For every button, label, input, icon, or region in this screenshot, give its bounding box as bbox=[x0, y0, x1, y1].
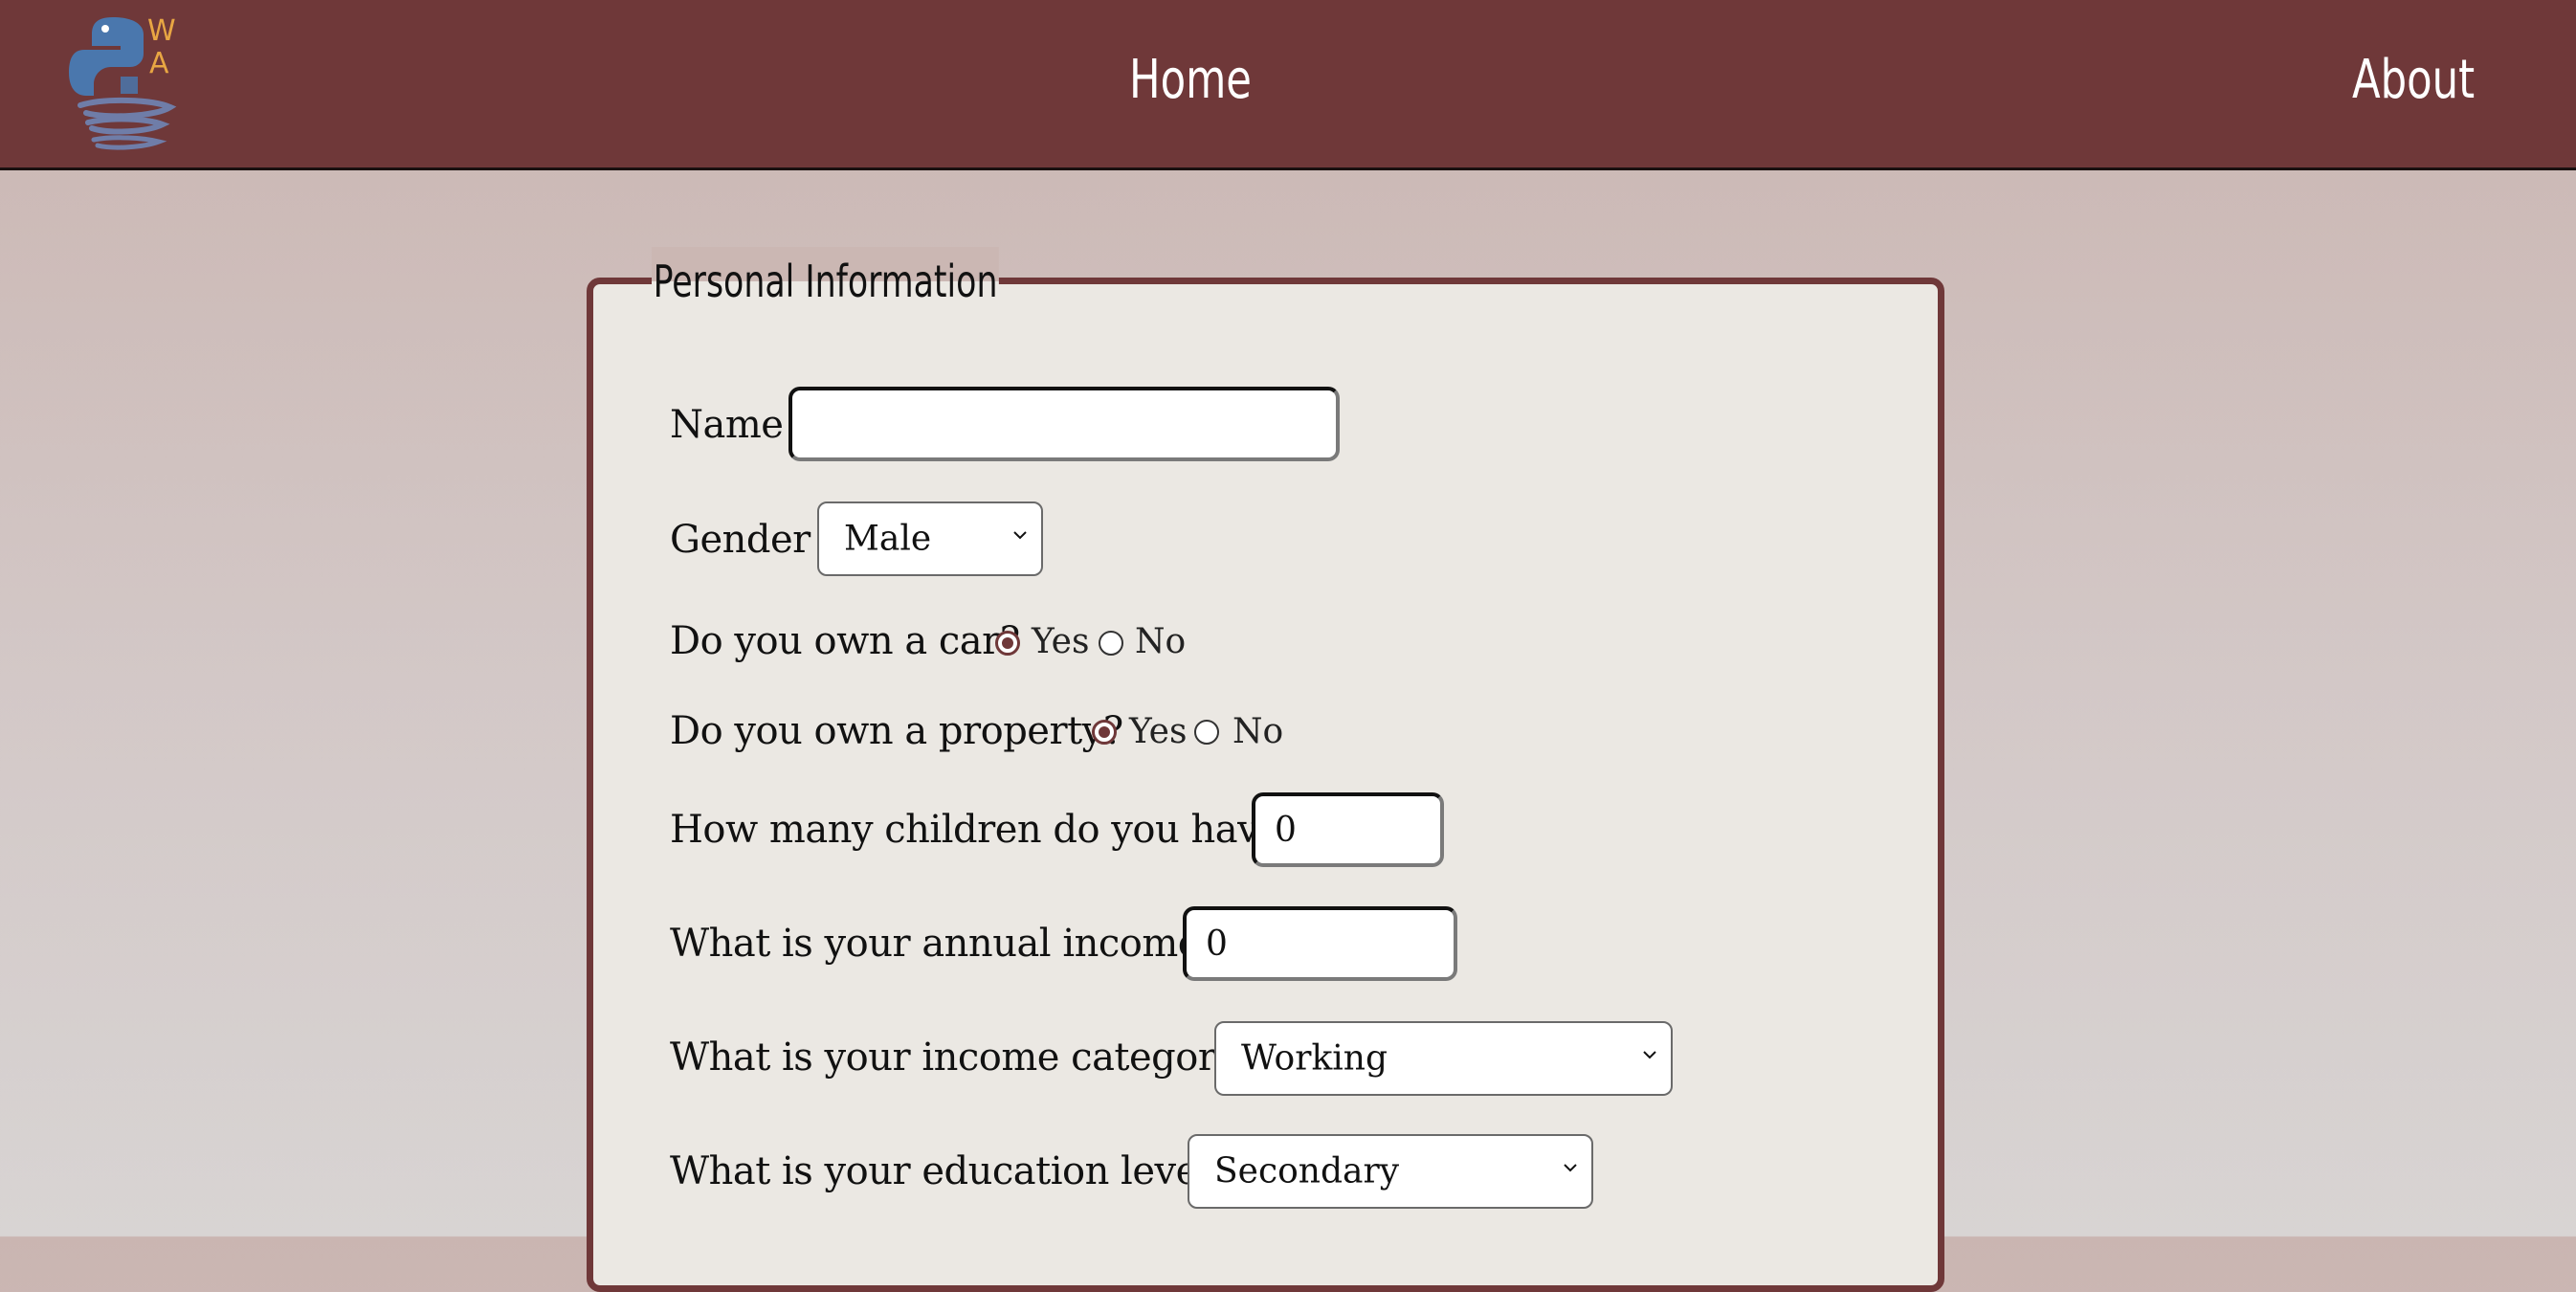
gender-label: Gender bbox=[670, 518, 811, 562]
income-category-selected-value: Working bbox=[1241, 1038, 1388, 1079]
income-category-select[interactable]: Working bbox=[1214, 1021, 1673, 1096]
income-category-label: What is your income category? bbox=[670, 1036, 1257, 1080]
car-no-label: No bbox=[1135, 622, 1187, 661]
car-label: Do you own a car? bbox=[670, 619, 1020, 663]
nav-home-link[interactable]: Home bbox=[1129, 46, 1252, 115]
education-selected-value: Secondary bbox=[1214, 1151, 1400, 1192]
top-navbar: W A Home About bbox=[0, 0, 2576, 170]
education-select[interactable]: Secondary bbox=[1188, 1134, 1593, 1209]
name-input[interactable] bbox=[788, 387, 1340, 461]
logo-letter-a: A bbox=[149, 47, 169, 80]
logo-letter-w: W bbox=[147, 14, 176, 48]
gender-selected-value: Male bbox=[844, 519, 932, 559]
children-label: How many children do you have? bbox=[670, 808, 1301, 852]
education-label: What is your education level? bbox=[670, 1149, 1231, 1193]
property-no-label: No bbox=[1232, 712, 1284, 751]
property-yes-radio[interactable] bbox=[1092, 720, 1117, 745]
property-no-radio[interactable] bbox=[1194, 720, 1219, 745]
chevron-down-icon bbox=[1013, 531, 1027, 540]
income-label: What is your annual income? bbox=[670, 922, 1220, 966]
car-yes-radio[interactable] bbox=[995, 631, 1020, 656]
chevron-down-icon bbox=[1643, 1051, 1656, 1059]
nav-about-link[interactable]: About bbox=[2352, 46, 2475, 115]
children-input[interactable] bbox=[1252, 792, 1444, 867]
property-label: Do you own a property? bbox=[670, 709, 1123, 753]
name-label: Name bbox=[670, 403, 784, 447]
gender-select[interactable]: Male bbox=[817, 501, 1043, 576]
car-yes-label: Yes bbox=[1032, 622, 1090, 661]
chevron-down-icon bbox=[1564, 1164, 1577, 1172]
income-input[interactable] bbox=[1183, 906, 1457, 981]
site-logo-icon[interactable]: W A bbox=[67, 11, 182, 153]
fieldset-legend: Personal Information bbox=[652, 247, 1000, 316]
property-yes-label: Yes bbox=[1129, 712, 1188, 751]
car-no-radio[interactable] bbox=[1099, 631, 1123, 656]
